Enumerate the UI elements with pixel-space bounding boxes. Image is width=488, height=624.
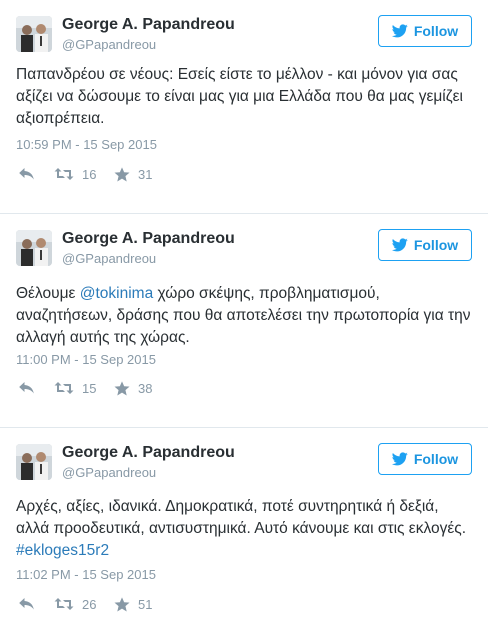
tweet-card: George A. Papandreou @GPapandreou Follow… — [0, 427, 488, 624]
tweet-header: George A. Papandreou @GPapandreou Follow — [16, 15, 472, 52]
like-count: 38 — [138, 380, 153, 396]
follow-button[interactable]: Follow — [378, 443, 472, 475]
like-button[interactable]: 51 — [114, 594, 152, 614]
retweet-count: 16 — [82, 166, 97, 182]
hashtag-link[interactable]: #ekloges15r2 — [16, 542, 109, 559]
author-name[interactable]: George A. Papandreou — [62, 444, 235, 462]
tweet-text: Παπανδρέου σε νέους: Εσείς είστε το μέλλ… — [16, 64, 476, 130]
twitter-bird-icon — [391, 24, 408, 38]
tweet-card: George A. Papandreou @GPapandreou Follow… — [0, 213, 488, 425]
tweet-text-segment: Αρχές, αξίες, ιδανικά. Δημοκρατικά, ποτέ… — [16, 498, 467, 537]
tweet-actions: 15 38 — [16, 378, 316, 398]
reply-button[interactable] — [18, 164, 35, 184]
star-icon — [114, 596, 130, 611]
tweet-actions: 26 51 — [16, 594, 316, 614]
reply-icon — [19, 168, 34, 180]
avatar-photo-icon — [16, 444, 52, 480]
retweet-count: 26 — [82, 596, 97, 612]
tweet-feed: George A. Papandreou @GPapandreou Follow… — [0, 0, 488, 624]
like-button[interactable]: 31 — [114, 164, 152, 184]
retweet-icon — [54, 382, 74, 394]
tweet-actions: 16 31 — [16, 164, 316, 184]
retweet-icon — [54, 168, 74, 180]
retweet-count: 15 — [82, 380, 97, 396]
tweet-header: George A. Papandreou @GPapandreou Follow — [16, 229, 472, 266]
like-button[interactable]: 38 — [114, 378, 152, 398]
avatar[interactable] — [16, 444, 52, 480]
follow-button[interactable]: Follow — [378, 15, 472, 47]
avatar-photo-icon — [16, 16, 52, 52]
tweet-timestamp[interactable]: 11:02 PM - 15 Sep 2015 — [16, 567, 156, 582]
tweet-text-segment: Παπανδρέου σε νέους: Εσείς είστε το μέλλ… — [16, 66, 463, 127]
author-handle[interactable]: @GPapandreou — [62, 465, 156, 480]
avatar[interactable] — [16, 230, 52, 266]
follow-label: Follow — [413, 23, 459, 39]
tweet-text: Θέλουμε @tokinima χώρο σκέψης, προβληματ… — [16, 283, 476, 349]
like-count: 31 — [138, 166, 153, 182]
follow-button[interactable]: Follow — [378, 229, 472, 261]
tweet-text: Αρχές, αξίες, ιδανικά. Δημοκρατικά, ποτέ… — [16, 496, 476, 562]
retweet-button[interactable]: 15 — [54, 378, 96, 398]
tweet-header: George A. Papandreou @GPapandreou Follow — [16, 443, 472, 480]
mention-link[interactable]: @tokinima — [80, 285, 153, 302]
tweet-timestamp[interactable]: 10:59 PM - 15 Sep 2015 — [16, 137, 157, 152]
follow-label: Follow — [413, 237, 459, 253]
avatar[interactable] — [16, 16, 52, 52]
star-icon — [114, 380, 130, 395]
tweet-timestamp[interactable]: 11:00 PM - 15 Sep 2015 — [16, 352, 156, 367]
reply-icon — [19, 382, 34, 394]
tweet-card: George A. Papandreou @GPapandreou Follow… — [0, 0, 488, 199]
author-name[interactable]: George A. Papandreou — [62, 16, 235, 34]
like-count: 51 — [138, 596, 153, 612]
reply-button[interactable] — [18, 594, 35, 614]
star-icon — [114, 166, 130, 181]
author-name[interactable]: George A. Papandreou — [62, 230, 235, 248]
retweet-icon — [54, 598, 74, 610]
tweet-text-segment: Θέλουμε — [16, 285, 80, 302]
retweet-button[interactable]: 16 — [54, 164, 96, 184]
author-handle[interactable]: @GPapandreou — [62, 37, 156, 52]
follow-label: Follow — [413, 451, 459, 467]
twitter-bird-icon — [391, 238, 408, 252]
avatar-photo-icon — [16, 230, 52, 266]
reply-icon — [19, 598, 34, 610]
twitter-bird-icon — [391, 452, 408, 466]
reply-button[interactable] — [18, 378, 35, 398]
author-handle[interactable]: @GPapandreou — [62, 251, 156, 266]
retweet-button[interactable]: 26 — [54, 594, 96, 614]
